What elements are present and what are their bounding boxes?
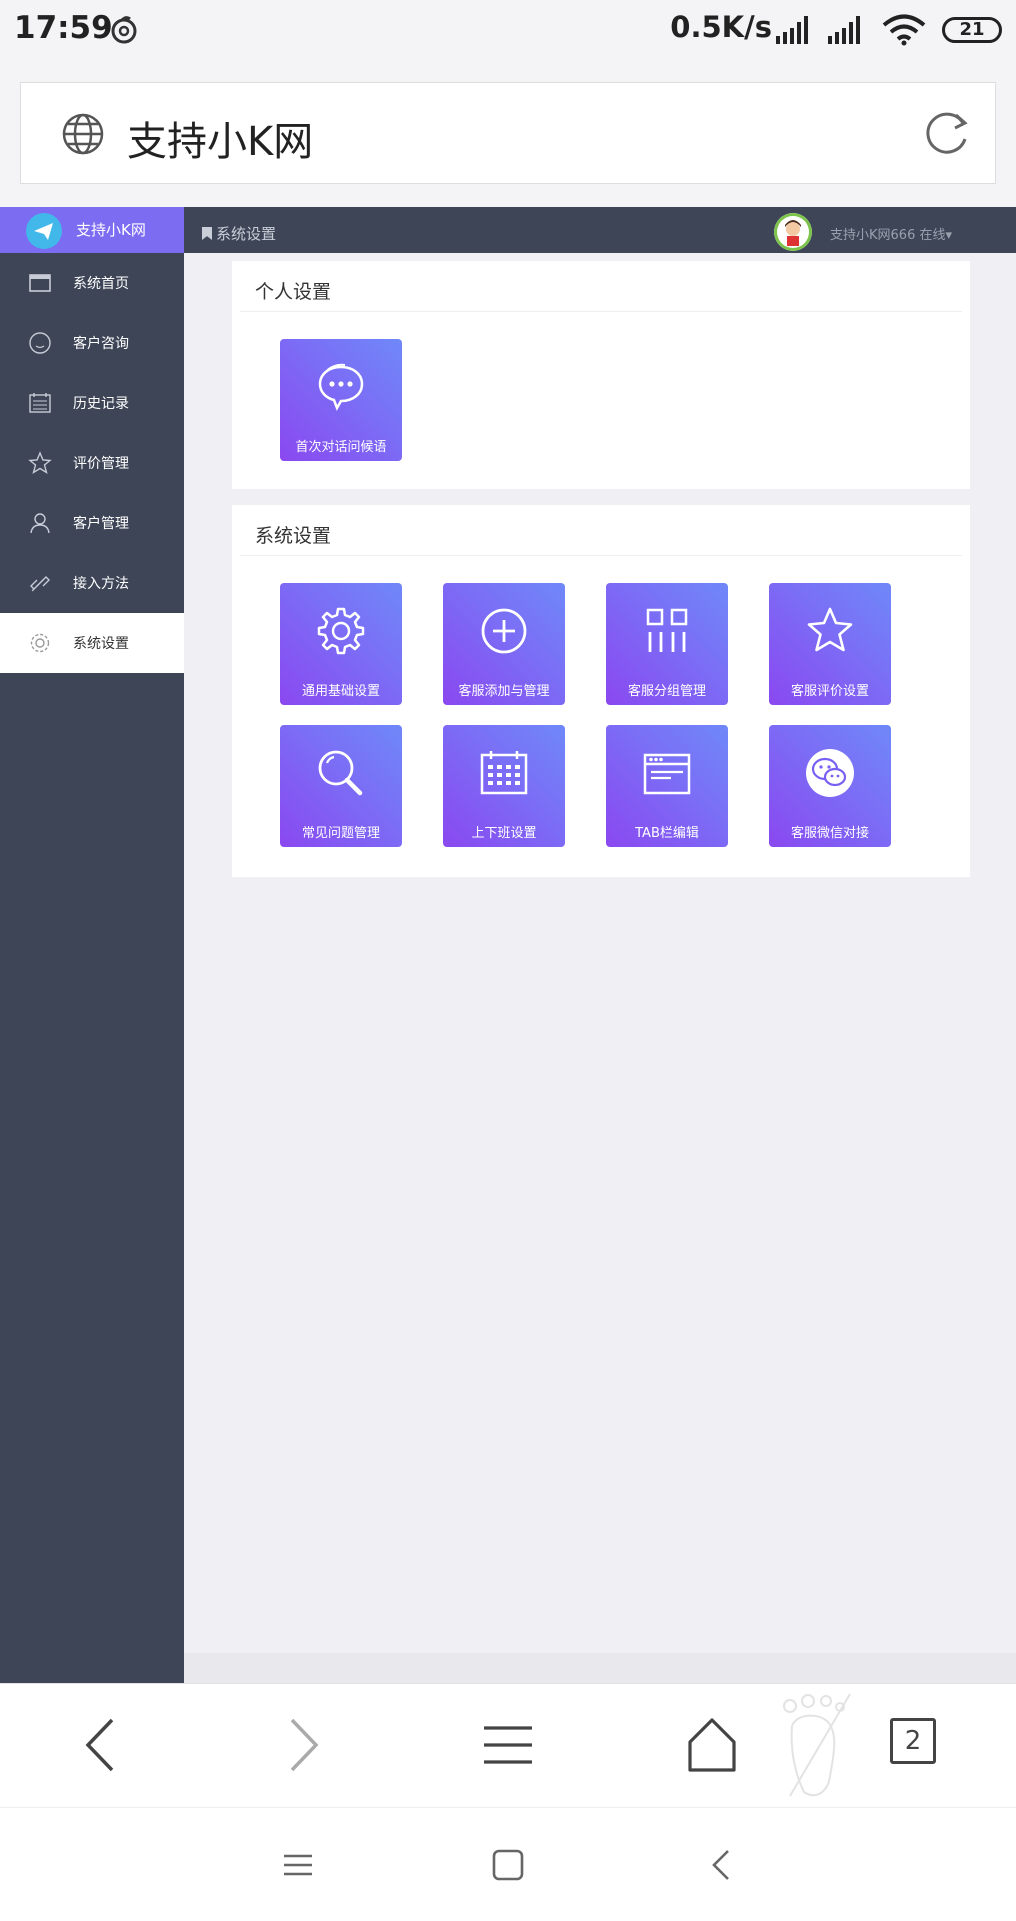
tile-label: 客服添加与管理 [458,684,550,699]
tile-agent-management[interactable]: 客服添加与管理 [443,583,565,705]
gear-icon [317,607,365,655]
tile-general-settings[interactable]: 通用基础设置 [280,583,402,705]
sidebar-item-rating[interactable]: 评价管理 [0,433,184,493]
divider [240,555,962,556]
smile-icon [29,332,51,354]
battery-indicator: 21 [942,17,1002,43]
tile-tab-editor[interactable]: TAB栏编辑 [606,725,728,847]
group-grid-icon [646,608,688,652]
breadcrumb: 系统设置 [202,223,276,244]
wifi-icon [882,14,926,46]
panel-system-settings: 系统设置 通用基础设置 客服添加与管理 客服分组管理 客服评价设置 常见问题管理… [232,505,970,877]
paper-plane-icon [26,213,62,249]
tile-label: 客服评价设置 [790,684,869,699]
tile-label: 客服微信对接 [790,826,869,841]
recent-apps-icon[interactable] [282,1848,314,1882]
footprint-watermark-icon [783,1693,851,1797]
tile-rating-settings[interactable]: 客服评价设置 [769,583,891,705]
plus-circle-icon [481,608,527,654]
gear-icon [30,633,50,653]
brand[interactable]: 支持小K网 [0,207,184,253]
calendar-icon [480,751,528,795]
avatar[interactable] [774,213,812,251]
sidebar-item-label: 客户咨询 [73,336,129,352]
magnifier-icon [318,750,363,796]
signal-icon [776,16,808,44]
content-footer [184,1653,1016,1683]
sidebar-item-label: 历史记录 [73,396,129,412]
brand-name: 支持小K网 [76,221,146,239]
panel-personal-settings: 个人设置 首次对话问候语 [232,261,970,489]
browser-address-bar[interactable]: 支持小K网 [20,82,996,184]
tile-group-management[interactable]: 客服分组管理 [606,583,728,705]
sidebar-item-label: 客户管理 [73,516,129,532]
status-time: 17:59 [14,10,113,46]
app-header: 支持小K网 系统设置 支持小K网666 在线▾ [0,207,1016,253]
system-nav-bar [0,1807,1016,1921]
sidebar-item-customers[interactable]: 客户管理 [0,493,184,553]
home-icon[interactable] [686,1714,738,1776]
sidebar-item-settings[interactable]: 系统设置 [0,613,184,673]
tile-greeting[interactable]: 首次对话问候语 [280,339,402,461]
netease-music-icon [111,16,137,44]
globe-icon [62,113,104,155]
panel-title: 个人设置 [255,281,332,303]
browser-toolbar: 2 [0,1683,1016,1808]
signal-icon [828,16,860,44]
window-icon [29,274,51,292]
sidebar-item-label: 系统设置 [73,636,129,652]
tab-count-button[interactable]: 2 [890,1718,936,1764]
divider [240,311,962,312]
reload-icon[interactable] [923,111,973,157]
browser-page-title[interactable]: 支持小K网 [127,109,313,167]
tile-shift-settings[interactable]: 上下班设置 [443,725,565,847]
sidebar-item-consult[interactable]: 客户咨询 [0,313,184,373]
sidebar: 系统首页 客户咨询 历史记录 评价管理 客户管理 接入方法 系统设置 [0,253,184,1683]
wechat-icon [806,749,854,797]
back-icon[interactable] [708,1848,734,1882]
forward-arrow-icon[interactable] [282,1714,326,1776]
panel-title: 系统设置 [255,525,332,547]
sidebar-item-history[interactable]: 历史记录 [0,373,184,433]
star-icon [807,607,853,652]
home-square-icon[interactable] [491,1848,525,1882]
back-arrow-icon[interactable] [78,1714,122,1776]
status-bar: 17:59 0.5K/s 21 [0,0,1016,64]
tile-faq-management[interactable]: 常见问题管理 [280,725,402,847]
link-icon [30,576,50,592]
calendar-list-icon [29,393,51,413]
browser-window-icon [643,753,691,795]
tile-wechat-integration[interactable]: 客服微信对接 [769,725,891,847]
breadcrumb-label: 系统设置 [216,225,277,243]
net-speed: 0.5K/s [670,10,772,44]
star-icon [28,451,52,475]
tile-label: 通用基础设置 [301,684,380,699]
tile-label: TAB栏编辑 [635,826,699,841]
main-content: 个人设置 首次对话问候语 系统设置 通用基础设置 客服添加与管理 客服分组管理 … [184,253,1016,1683]
sidebar-item-access[interactable]: 接入方法 [0,553,184,613]
tile-label: 客服分组管理 [627,684,706,699]
sidebar-item-home[interactable]: 系统首页 [0,253,184,313]
sidebar-item-label: 评价管理 [73,456,129,472]
sidebar-item-label: 接入方法 [73,576,129,592]
tile-label: 上下班设置 [471,826,537,841]
bookmark-icon [202,227,212,240]
tile-label: 首次对话问候语 [295,440,387,455]
user-status-label[interactable]: 支持小K网666 在线▾ [830,224,952,243]
menu-icon[interactable] [482,1714,534,1776]
tile-label: 常见问题管理 [301,826,380,841]
chat-bubble-icon [318,363,364,411]
sidebar-item-label: 系统首页 [73,276,129,292]
user-icon [30,513,50,534]
